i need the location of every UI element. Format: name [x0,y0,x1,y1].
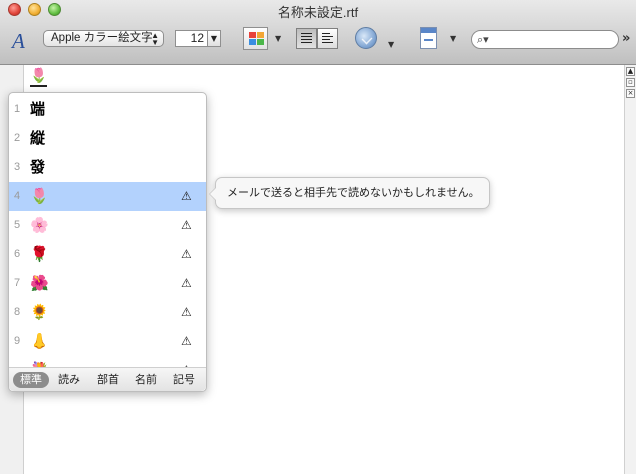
document-layout-icon[interactable] [420,27,437,49]
color-dropdown-arrow-icon[interactable]: ▼ [275,34,281,43]
color-swatch [249,32,256,38]
candidate-glyph: 🌻 [30,303,49,321]
color-swatch [249,39,256,45]
candidate-tab[interactable]: 標準 [13,372,49,388]
toolbar-overflow-icon[interactable]: » [622,31,631,46]
candidate-row[interactable]: 8 🌻 ⚠ [9,298,206,327]
font-family-popup[interactable]: Apple カラー絵文字 ▲ ▼ [43,30,164,47]
list-style-button[interactable] [317,28,338,49]
font-size-dropdown-button[interactable]: ▼ [207,30,221,47]
search-icon: ⌕▾ [477,33,489,46]
color-swatch [257,39,264,45]
font-panel-icon[interactable]: A [12,30,30,52]
candidate-row[interactable]: 9 👃 ⚠ [9,327,206,356]
scroll-up-icon[interactable]: ▲ [626,67,635,76]
font-size-field[interactable]: 12 [175,30,207,47]
candidate-number: 4 [14,190,21,202]
candidate-row[interactable]: 6 🌹 ⚠ [9,240,206,269]
candidate-tab[interactable]: 読み [54,372,84,388]
candidate-row[interactable]: 💐⚠ [9,356,206,367]
candidate-tab[interactable]: 名前 [131,372,161,388]
candidate-number: 8 [14,306,21,318]
search-field[interactable]: ⌕▾ [471,30,619,49]
search-input[interactable] [494,32,612,47]
window-title: 名称未設定.rtf [277,5,359,20]
candidate-tab[interactable]: 記号 [169,372,199,388]
candidate-glyph: 💐 [30,356,49,367]
candidate-category-tabs: 標準 読み 部首 名前 記号 [9,367,206,391]
candidate-number: 3 [14,161,21,173]
candidate-row[interactable]: 4 🌷 ⚠ [9,182,206,211]
text-color-well[interactable] [243,27,268,50]
warning-icon: ⚠ [181,276,192,290]
warning-icon: ⚠ [181,189,192,203]
candidate-tab[interactable]: 部首 [93,372,123,388]
candidate-glyph: 縦 [30,129,46,147]
candidate-number: 5 [14,219,21,231]
candidate-row[interactable]: 3發 [9,153,206,182]
warning-icon: ⚠ [181,356,192,367]
font-family-label: Apple カラー絵文字 [51,32,153,44]
candidate-row[interactable]: 5 🌸 ⚠ [9,211,206,240]
color-squares-icon [249,32,264,45]
color-swatch [257,32,264,38]
popup-arrows-icon: ▲ ▼ [151,31,159,47]
candidate-number: 2 [14,132,21,144]
document-marked-text[interactable]: 🌷 [30,67,48,87]
justify-lines-icon [301,33,312,45]
candidate-number: 7 [14,277,21,289]
warning-icon: ⚠ [181,334,192,348]
warning-icon: ⚠ [181,218,192,232]
candidate-number: 9 [14,335,21,347]
warning-icon: ⚠ [181,305,192,319]
candidate-list[interactable]: 1端2縦3發4🌷⚠5🌸⚠6🌹⚠7🌺⚠8🌻⚠9👃⚠💐⚠ [9,95,206,367]
candidate-glyph: 🌸 [30,216,49,234]
warning-icon: ⚠ [181,247,192,261]
candidate-window: 1端2縦3發4🌷⚠5🌸⚠6🌹⚠7🌺⚠8🌻⚠9👃⚠💐⚠ 標準読み部首名前記号 [8,92,207,392]
scroll-page-icon[interactable]: ▫ [626,78,635,87]
candidate-number: 6 [14,248,21,260]
candidate-glyph: 🌷 [30,187,49,205]
candidate-glyph: 🌺 [30,274,49,292]
vertical-scrollbar[interactable] [624,65,636,474]
layout-dropdown-arrow-icon[interactable]: ▼ [450,34,456,43]
candidate-row[interactable]: 1端 [9,95,206,124]
candidate-glyph: 端 [30,100,46,118]
candidate-glyph: 🌹 [30,245,49,263]
spelling-dropdown-arrow-icon[interactable]: ▼ [388,40,394,49]
candidate-glyph: 發 [30,158,46,176]
candidate-row[interactable]: 2縦 [9,124,206,153]
warning-tooltip: メールで送ると相手先で読めないかもしれません。 [209,177,490,209]
scroll-close-icon[interactable]: × [626,89,635,98]
list-lines-icon [322,33,333,45]
candidate-number: 1 [14,103,21,115]
align-justify-button[interactable] [296,28,317,49]
candidate-glyph: 👃 [30,332,49,350]
spelling-icon[interactable] [355,27,377,49]
candidate-row[interactable]: 7 🌺 ⚠ [9,269,206,298]
